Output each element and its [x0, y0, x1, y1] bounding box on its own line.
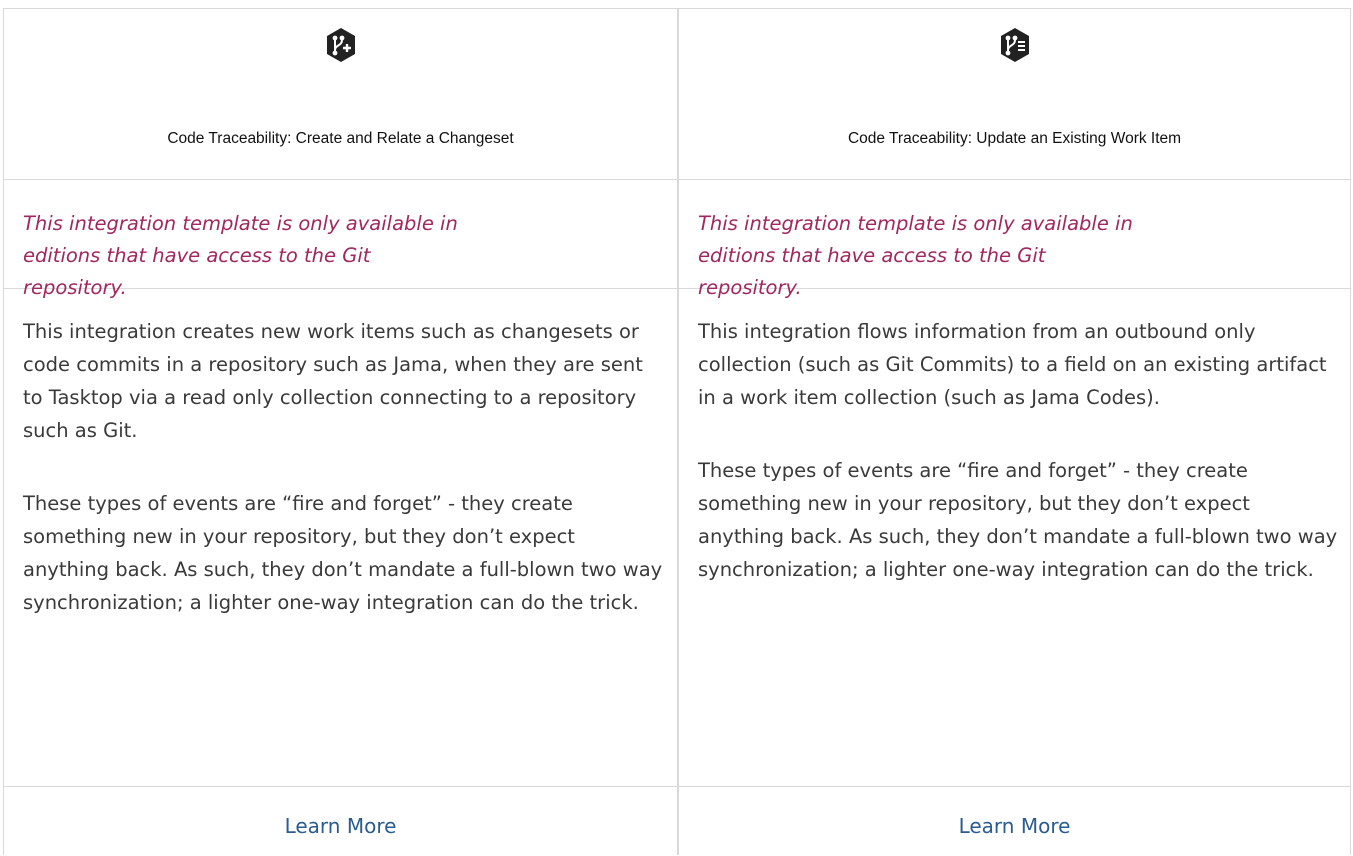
- template-column-update-work-item: Code Traceability: Update an Existing Wo…: [677, 8, 1351, 855]
- template-description: This integration flows information from …: [679, 289, 1350, 787]
- template-title: Code Traceability: Create and Relate a C…: [167, 130, 514, 147]
- availability-note-cell: This integration template is only availa…: [679, 180, 1350, 299]
- template-footer: Learn More: [679, 787, 1350, 856]
- template-column-create-changeset: Code Traceability: Create and Relate a C…: [3, 8, 677, 855]
- learn-more-link[interactable]: Learn More: [4, 814, 677, 838]
- description-paragraph: This integration flows information from …: [698, 320, 1327, 409]
- template-grid: Code Traceability: Create and Relate a C…: [3, 8, 1351, 855]
- template-title: Code Traceability: Update an Existing Wo…: [847, 130, 1182, 147]
- learn-more-link[interactable]: Learn More: [679, 814, 1350, 838]
- description-paragraph: This integration creates new work items …: [23, 320, 643, 442]
- template-footer: Learn More: [4, 787, 677, 856]
- git-branch-plus-icon: [326, 28, 355, 62]
- template-description: This integration creates new work items …: [4, 289, 677, 787]
- availability-note-cell: This integration template is only availa…: [4, 180, 677, 299]
- template-header: Code Traceability: Update an Existing Wo…: [679, 9, 1350, 180]
- description-paragraph: These types of events are “fire and forg…: [23, 492, 663, 614]
- description-paragraph: These types of events are “fire and forg…: [698, 459, 1338, 581]
- template-header: Code Traceability: Create and Relate a C…: [4, 9, 677, 180]
- git-branch-list-icon: [1000, 28, 1029, 62]
